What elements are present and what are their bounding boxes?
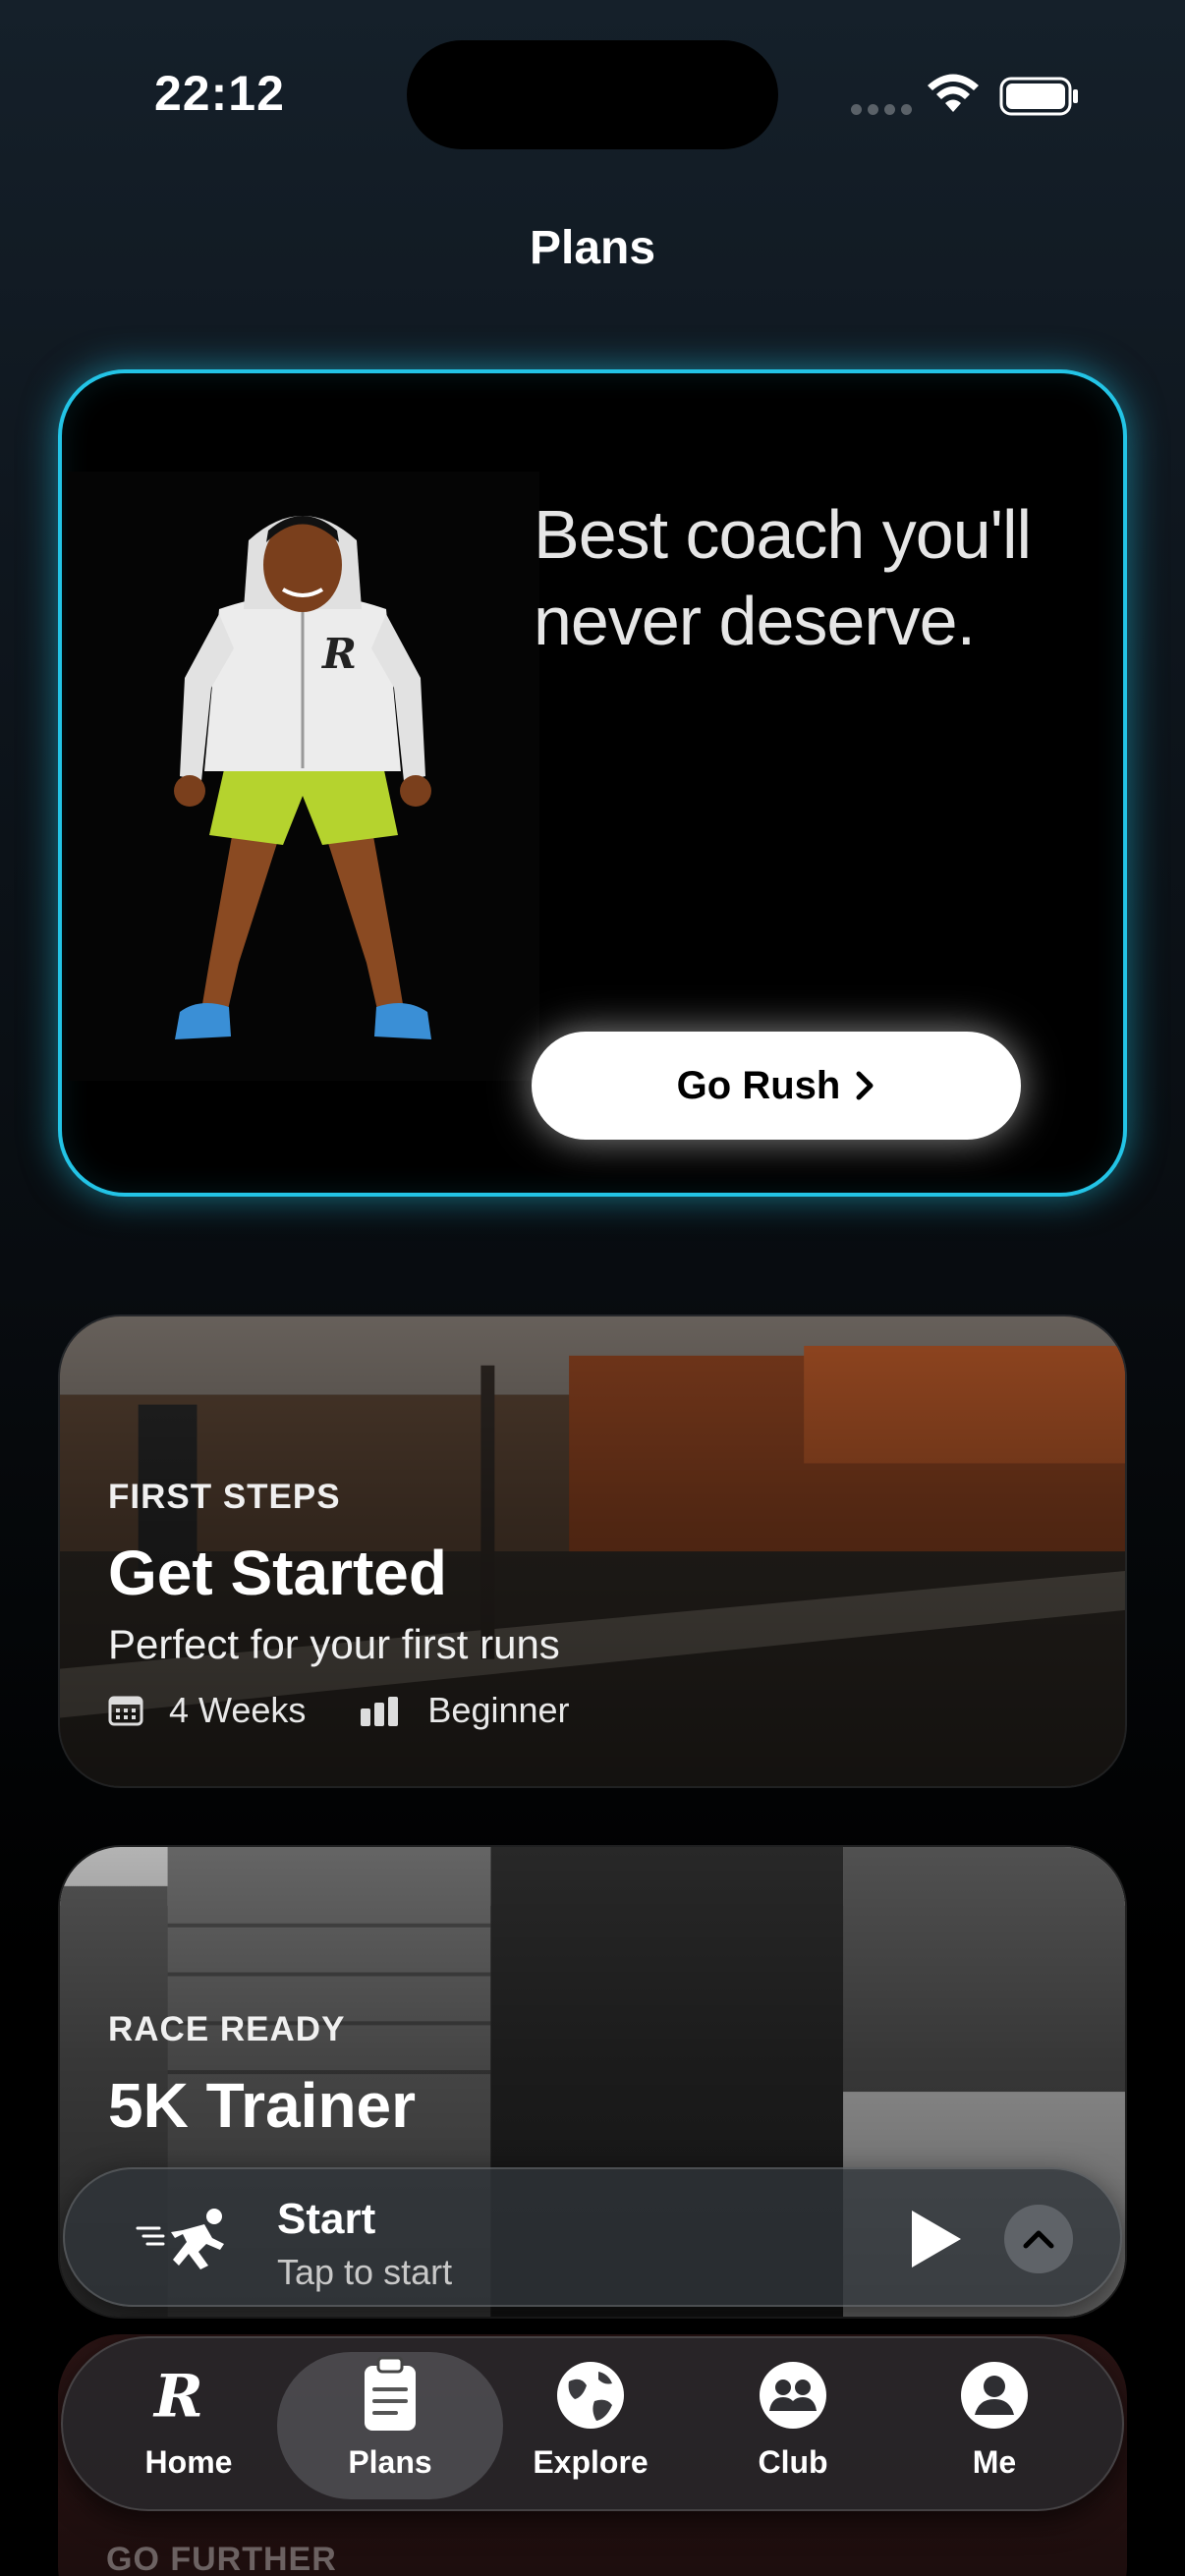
- logo-r-icon: R: [149, 2356, 228, 2435]
- plan-card-get-started[interactable]: FIRST STEPS Get Started Perfect for your…: [58, 1315, 1127, 1788]
- tab-home[interactable]: R Home: [90, 2356, 287, 2499]
- plan-meta: 4 Weeks Beginner: [108, 1690, 570, 1731]
- cellular-signal-icon: [851, 104, 912, 115]
- plan-level: Beginner: [427, 1690, 570, 1730]
- tab-label: Club: [758, 2444, 828, 2480]
- go-rush-button[interactable]: Go Rush: [532, 1032, 1021, 1140]
- tab-club[interactable]: Club: [695, 2356, 891, 2499]
- dynamic-island: [407, 40, 778, 149]
- tab-label: Me: [972, 2444, 1017, 2480]
- plan-duration: 4 Weeks: [169, 1690, 307, 1730]
- plan-eyebrow: FIRST STEPS: [108, 1478, 341, 1516]
- tab-bar: R Home Plans Explore Club Me: [61, 2336, 1124, 2511]
- tab-label: Plans: [348, 2444, 432, 2480]
- level-bars-icon: [361, 1697, 399, 1726]
- go-rush-label: Go Rush: [676, 1063, 841, 1107]
- status-time: 22:12: [154, 66, 285, 121]
- now-playing-title: Start: [277, 2195, 376, 2243]
- plan-title: Get Started: [108, 1538, 447, 1608]
- now-playing-bar[interactable]: Start Tap to start: [63, 2167, 1122, 2307]
- plan-title: 5K Trainer: [108, 2070, 417, 2141]
- wifi-icon: [928, 74, 979, 112]
- play-button[interactable]: [898, 2203, 971, 2275]
- svg-text:R: R: [152, 2363, 203, 2431]
- svg-text:R: R: [321, 630, 357, 678]
- tab-plans[interactable]: Plans: [292, 2356, 488, 2499]
- tab-label: Home: [144, 2444, 233, 2480]
- battery-icon: [999, 77, 1078, 116]
- globe-icon: [551, 2356, 630, 2435]
- clipboard-icon: [351, 2356, 429, 2435]
- page-title: Plans: [529, 222, 656, 274]
- hero-tagline: Best coach you'll never deserve.: [534, 496, 1032, 659]
- coach-hero-card[interactable]: R Best coach you'll never deserve. Go Ru…: [58, 369, 1127, 1197]
- chevron-right-icon: [856, 1071, 874, 1100]
- person-icon: [955, 2356, 1034, 2435]
- coach-illustration: R: [174, 516, 431, 1039]
- tab-explore[interactable]: Explore: [492, 2356, 689, 2499]
- calendar-icon: [108, 1696, 143, 1726]
- play-icon: [912, 2211, 961, 2268]
- group-icon: [754, 2356, 832, 2435]
- tab-me[interactable]: Me: [896, 2356, 1093, 2499]
- now-playing-subtitle: Tap to start: [277, 2252, 453, 2292]
- plan-eyebrow: GO FURTHER: [106, 2541, 337, 2576]
- plans-screen: 22:12 Plans R Best coach you'll never de…: [0, 0, 1185, 2576]
- runner-icon: [136, 2209, 224, 2269]
- plan-eyebrow: RACE READY: [108, 2010, 346, 2048]
- tab-label: Explore: [533, 2444, 649, 2480]
- chevron-up-icon: [1023, 2230, 1054, 2249]
- plan-subtitle: Perfect for your first runs: [108, 1621, 560, 1667]
- expand-button[interactable]: [1004, 2205, 1073, 2273]
